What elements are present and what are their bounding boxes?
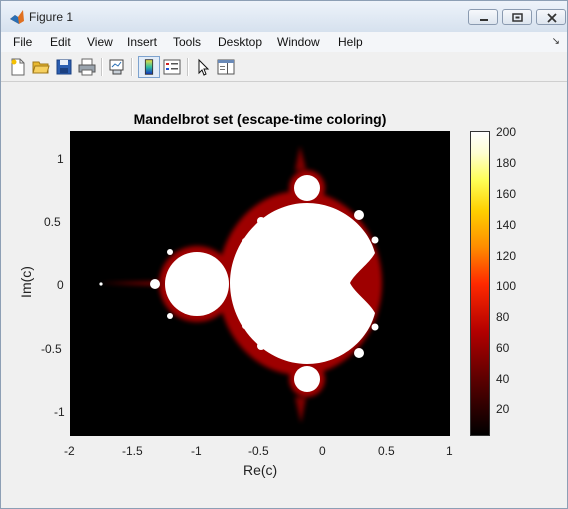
property-editor-icon[interactable] [217, 58, 235, 76]
link-plot-icon[interactable] [108, 58, 126, 76]
y-axis-label: Im(c) [17, 266, 34, 298]
mandelbrot-image [70, 131, 450, 436]
y-tick-label: 0 [57, 278, 64, 292]
menu-insert[interactable]: Insert [127, 35, 157, 49]
menu-bar: File Edit View Insert Tools Desktop Wind… [1, 32, 567, 52]
figure-toolbar [1, 53, 567, 82]
colorbar-tick-label: 200 [496, 125, 517, 139]
plot-title: Mandelbrot set (escape-time coloring) [133, 111, 387, 127]
insert-legend-icon[interactable] [163, 58, 181, 76]
colorbar-tick-label: 180 [496, 156, 517, 170]
matlab-logo-icon [10, 10, 24, 24]
insert-colorbar-icon[interactable] [138, 56, 160, 78]
y-tick-label: -1 [54, 405, 65, 419]
menu-edit[interactable]: Edit [50, 35, 71, 49]
menu-view[interactable]: View [87, 35, 113, 49]
dock-arrow-icon[interactable]: ↘ [552, 36, 560, 47]
x-tick-label: -0.5 [248, 444, 269, 458]
menu-help[interactable]: Help [338, 35, 363, 49]
x-tick-label: 0.5 [378, 444, 395, 458]
open-folder-icon[interactable] [32, 58, 50, 76]
colorbar[interactable] [470, 131, 490, 436]
toolbar-separator [101, 58, 103, 76]
colorbar-tick-label: 60 [496, 341, 510, 355]
x-tick-label: -1.5 [122, 444, 143, 458]
menu-file[interactable]: File [13, 35, 32, 49]
colorbar-tick-label: 120 [496, 249, 517, 263]
x-tick-label: -2 [64, 444, 75, 458]
x-tick-label: -1 [191, 444, 202, 458]
title-bar[interactable]: Figure 1 [1, 1, 567, 33]
close-button[interactable] [536, 9, 566, 25]
edit-plot-arrow-icon[interactable] [194, 58, 212, 76]
menu-desktop[interactable]: Desktop [218, 35, 262, 49]
menu-window[interactable]: Window [277, 35, 320, 49]
x-axis-label: Re(c) [243, 462, 278, 478]
x-tick-label: 0 [319, 444, 326, 458]
y-tick-label: 0.5 [44, 215, 61, 229]
y-tick-label: 1 [57, 152, 64, 166]
minimize-icon [480, 19, 488, 21]
window-title: Figure 1 [29, 10, 74, 24]
colorbar-tick-label: 40 [496, 372, 510, 386]
x-tick-label: 1 [446, 444, 453, 458]
plot-axes[interactable] [70, 131, 450, 436]
colorbar-tick-label: 20 [496, 402, 510, 416]
save-icon[interactable] [55, 58, 73, 76]
menu-tools[interactable]: Tools [173, 35, 201, 49]
new-figure-icon[interactable] [9, 58, 27, 76]
print-icon[interactable] [78, 58, 96, 76]
colorbar-tick-label: 160 [496, 187, 517, 201]
colorbar-tick-label: 80 [496, 310, 510, 324]
maximize-button[interactable] [502, 9, 532, 25]
restore-icon [512, 13, 523, 22]
minimize-button[interactable] [468, 9, 498, 25]
y-tick-label: -0.5 [41, 342, 62, 356]
close-icon [547, 13, 557, 23]
colorbar-tick-label: 100 [496, 279, 517, 293]
colorbar-tick-label: 140 [496, 218, 517, 232]
toolbar-separator [131, 58, 133, 76]
toolbar-separator [187, 58, 189, 76]
